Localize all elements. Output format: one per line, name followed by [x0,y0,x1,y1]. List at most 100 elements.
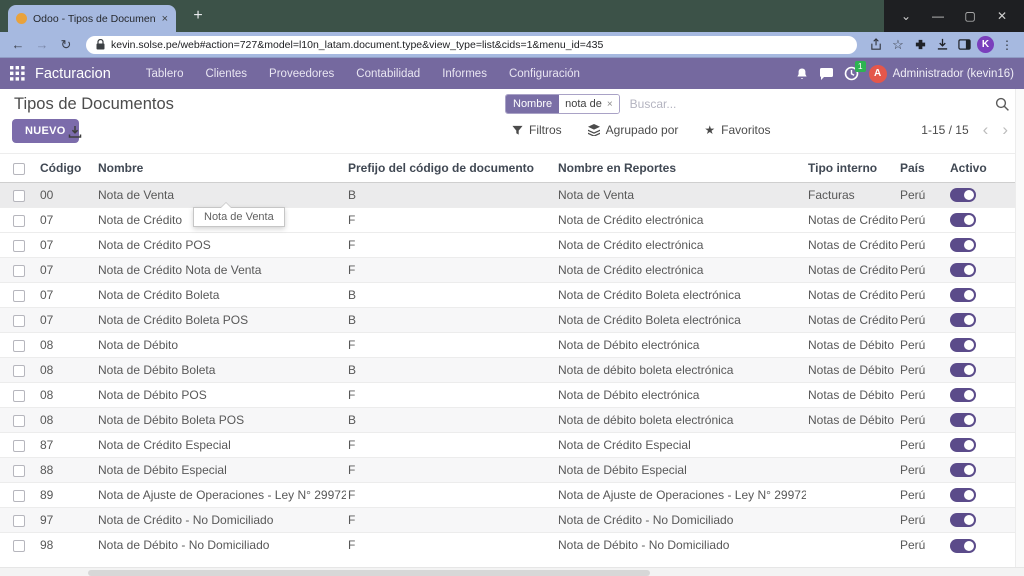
active-toggle[interactable] [950,188,976,202]
row-checkbox[interactable] [13,465,25,477]
row-checkbox[interactable] [13,190,25,202]
pager-prev-icon[interactable]: ‹ [983,123,989,137]
user-menu[interactable]: A Administrador (kevin16) [869,65,1014,83]
reload-icon[interactable]: ↻ [56,37,76,53]
export-icon[interactable] [68,125,82,139]
row-checkbox[interactable] [13,390,25,402]
downloads-icon[interactable] [933,38,951,51]
table-row[interactable]: 08Nota de Débito POSFNota de Débito elec… [0,383,1015,408]
active-toggle[interactable] [950,288,976,302]
browser-tabstrip: Odoo - Tipos de Documentos × + ⌄ — ▢ ✕ [0,0,1024,32]
table-row[interactable]: 08Nota de Débito Boleta POSBNota de débi… [0,408,1015,433]
active-toggle[interactable] [950,238,976,252]
app-brand[interactable]: Facturacion [35,66,111,82]
nav-item-configuraci-n[interactable]: Configuración [500,64,589,84]
row-checkbox[interactable] [13,290,25,302]
col-header-prefijo[interactable]: Prefijo del código de documento [346,154,556,183]
url-bar[interactable]: kevin.solse.pe/web#action=727&model=l10n… [86,36,857,54]
active-toggle[interactable] [950,438,976,452]
search-bar[interactable]: Nombre nota de × Buscar... [505,93,1010,115]
window-restore-icon[interactable]: ▢ [960,9,980,23]
horizontal-scrollbar-thumb[interactable] [88,570,650,576]
apps-grid-icon[interactable] [10,66,25,81]
table-row[interactable]: 88Nota de Débito EspecialFNota de Débito… [0,458,1015,483]
active-toggle[interactable] [950,388,976,402]
nav-item-clientes[interactable]: Clientes [196,64,256,84]
forward-icon[interactable]: → [32,37,52,52]
user-avatar: A [869,65,887,83]
active-toggle[interactable] [950,463,976,477]
row-checkbox[interactable] [13,340,25,352]
horizontal-scrollbar[interactable] [0,567,1024,576]
tab-close-icon[interactable]: × [162,13,168,25]
activities-clock-icon[interactable]: 1 [844,66,859,81]
search-icon[interactable] [995,97,1010,112]
col-header-tipo-interno[interactable]: Tipo interno [806,154,898,183]
row-checkbox[interactable] [13,215,25,227]
nav-item-contabilidad[interactable]: Contabilidad [347,64,429,84]
active-toggle[interactable] [950,539,976,553]
row-checkbox[interactable] [13,515,25,527]
active-toggle[interactable] [950,513,976,527]
col-header-activo[interactable]: Activo [948,154,1015,183]
table-row[interactable]: 07Nota de Crédito POSFNota de Crédito el… [0,233,1015,258]
nav-item-proveedores[interactable]: Proveedores [260,64,343,84]
tab-title: Odoo - Tipos de Documentos [33,13,156,25]
row-checkbox[interactable] [13,315,25,327]
row-checkbox[interactable] [13,365,25,377]
browser-profile-avatar[interactable]: K [977,36,994,53]
table-row[interactable]: 89Nota de Ajuste de Operaciones - Ley N°… [0,483,1015,508]
row-checkbox[interactable] [13,540,25,552]
nav-item-informes[interactable]: Informes [433,64,496,84]
facet-remove-icon[interactable]: × [607,99,613,110]
bookmark-star-icon[interactable]: ☆ [889,37,907,53]
active-toggle[interactable] [950,213,976,227]
table-row[interactable]: 07Nota de Crédito Boleta POSBNota de Cré… [0,308,1015,333]
table-row[interactable]: 98Nota de Débito - No DomiciliadoFNota d… [0,533,1015,558]
tooltip-text: Nota de Venta [204,211,274,223]
pager-next-icon[interactable]: › [1002,123,1008,137]
col-header-pais[interactable]: País [898,154,948,183]
group-by-button[interactable]: Agrupado por [588,123,679,137]
active-toggle[interactable] [950,313,976,327]
table-row[interactable]: 07Nota de Crédito Nota de VentaFNota de … [0,258,1015,283]
browser-tab[interactable]: Odoo - Tipos de Documentos × [8,5,176,32]
col-header-reportes[interactable]: Nombre en Reportes [556,154,806,183]
active-toggle[interactable] [950,488,976,502]
active-toggle[interactable] [950,363,976,377]
extensions-puzzle-icon[interactable] [911,38,929,51]
table-row[interactable]: 00Nota de VentaBNota de VentaFacturasPer… [0,183,1015,208]
col-header-codigo[interactable]: Código [38,154,96,183]
browser-menu-icon[interactable]: ⋮ [998,38,1016,52]
row-checkbox[interactable] [13,440,25,452]
new-tab-button[interactable]: + [186,4,210,28]
row-checkbox[interactable] [13,265,25,277]
share-icon[interactable] [867,38,885,51]
window-close-icon[interactable]: ✕ [992,9,1012,23]
favorites-button[interactable]: ★ Favoritos [704,123,770,137]
window-minimize-icon[interactable]: — [928,9,948,23]
active-toggle[interactable] [950,413,976,427]
col-header-nombre[interactable]: Nombre [96,154,346,183]
active-toggle[interactable] [950,263,976,277]
chat-icon[interactable] [819,67,834,81]
table-row[interactable]: 07Nota de CréditoFNota de Crédito electr… [0,208,1015,233]
table-row[interactable]: 97Nota de Crédito - No DomiciliadoFNota … [0,508,1015,533]
table-row[interactable]: 07Nota de Crédito BoletaBNota de Crédito… [0,283,1015,308]
table-row[interactable]: 08Nota de Débito BoletaBNota de débito b… [0,358,1015,383]
active-toggle[interactable] [950,338,976,352]
vertical-scrollbar[interactable] [1015,89,1024,567]
select-all-checkbox[interactable] [13,163,25,175]
row-checkbox[interactable] [13,240,25,252]
back-icon[interactable]: ← [8,37,28,52]
row-checkbox[interactable] [13,490,25,502]
side-panel-icon[interactable] [955,38,973,51]
filters-button[interactable]: Filtros [512,123,562,137]
search-input[interactable]: Buscar... [630,97,677,111]
table-row[interactable]: 08Nota de DébitoFNota de Débito electrón… [0,333,1015,358]
table-row[interactable]: 87Nota de Crédito EspecialFNota de Crédi… [0,433,1015,458]
announcement-icon[interactable] [795,67,809,81]
window-chevron-icon[interactable]: ⌄ [896,9,916,23]
nav-item-tablero[interactable]: Tablero [137,64,193,84]
row-checkbox[interactable] [13,415,25,427]
